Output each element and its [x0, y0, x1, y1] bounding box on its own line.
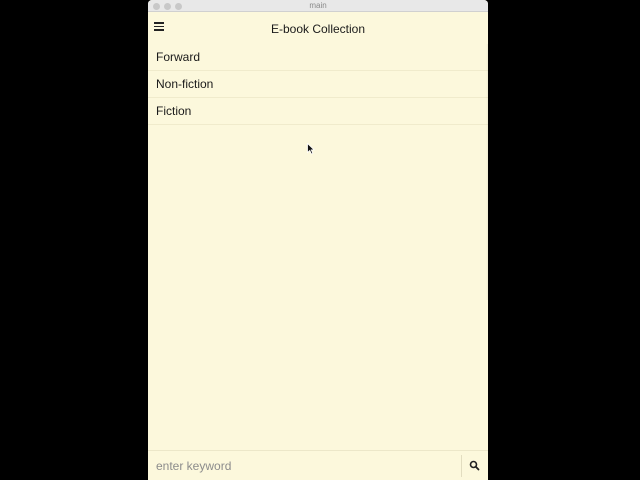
search-button[interactable]	[466, 457, 484, 475]
search-divider	[461, 455, 462, 477]
list-item[interactable]: Non-fiction	[148, 71, 488, 98]
search-icon	[469, 460, 480, 471]
mouse-cursor-icon	[307, 143, 315, 155]
app-window: main E-book Collection Forward Non-ficti…	[148, 0, 488, 480]
list-item[interactable]: Forward	[148, 44, 488, 71]
list-item[interactable]: Fiction	[148, 98, 488, 125]
category-list: Forward Non-fiction Fiction	[148, 44, 488, 125]
search-bar	[148, 450, 488, 480]
window-title: main	[309, 1, 327, 10]
app-header: E-book Collection	[148, 12, 488, 44]
scrollbar-track[interactable]	[486, 44, 488, 300]
window-titlebar: main	[148, 0, 488, 12]
page-title: E-book Collection	[270, 22, 366, 36]
search-input[interactable]	[150, 453, 460, 479]
